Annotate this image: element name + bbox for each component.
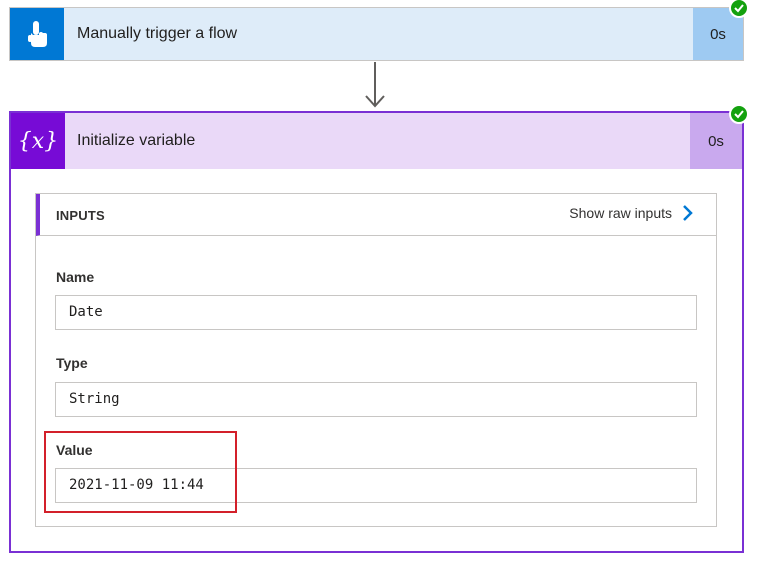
trigger-card[interactable]: Manually trigger a flow 0s <box>9 7 744 61</box>
trigger-icon-tile <box>10 8 64 60</box>
trigger-title: Manually trigger a flow <box>77 25 238 42</box>
trigger-success-check-icon <box>729 0 749 18</box>
inputs-header: INPUTS Show raw inputs <box>36 194 716 236</box>
type-field-value: String <box>55 382 697 417</box>
action-success-check-icon <box>729 104 749 124</box>
type-field-label: Type <box>56 355 88 371</box>
svg-text:{x}: {x} <box>18 129 58 154</box>
action-icon-tile: {x} <box>11 113 65 169</box>
value-highlight-annotation <box>44 431 237 513</box>
action-title: Initialize variable <box>77 132 196 149</box>
hand-pointer-icon <box>28 21 47 47</box>
action-header[interactable]: {x} Initialize variable 0s <box>11 113 742 169</box>
inputs-header-label: INPUTS <box>56 208 105 223</box>
variable-braces-icon: {x} <box>18 129 58 154</box>
name-field-label: Name <box>56 269 95 285</box>
arrow-down-icon <box>365 62 385 108</box>
name-field-value: Date <box>55 295 697 330</box>
show-raw-inputs-link[interactable]: Show raw inputs <box>569 204 694 222</box>
show-raw-inputs-label: Show raw inputs <box>569 205 672 221</box>
chevron-right-icon <box>683 205 693 221</box>
